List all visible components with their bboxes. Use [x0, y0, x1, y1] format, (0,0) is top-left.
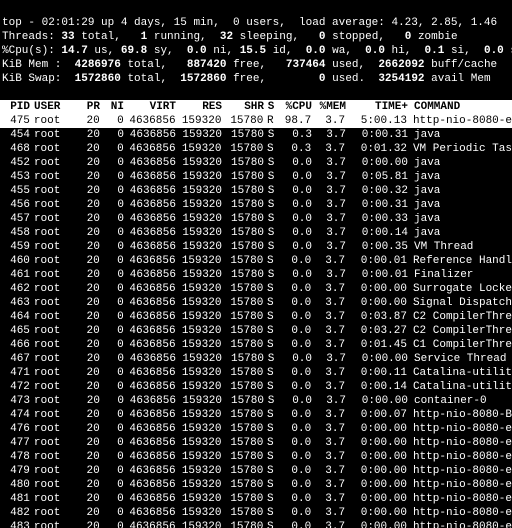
process-row[interactable]: 482root200463685615932015780S0.03.70:00.… [0, 506, 512, 520]
process-row[interactable]: 465root200463685615932015780S0.03.70:03.… [0, 324, 512, 338]
col-s: S [264, 100, 278, 114]
process-row[interactable]: 472root200463685615932015780S0.03.70:00.… [0, 380, 512, 394]
col-time: TIME+ [346, 100, 408, 114]
col-res: RES [176, 100, 222, 114]
process-row[interactable]: 457root200463685615932015780S0.03.70:00.… [0, 212, 512, 226]
process-row[interactable]: 460root200463685615932015780S0.03.70:00.… [0, 254, 512, 268]
col-pid: PID [0, 100, 30, 114]
process-list[interactable]: 475root200463685615932015780R98.73.75:00… [0, 114, 512, 528]
process-row[interactable]: 462root200463685615932015780S0.03.70:00.… [0, 282, 512, 296]
process-row[interactable]: 454root200463685615932015780S0.33.70:00.… [0, 128, 512, 142]
process-row[interactable]: 474root200463685615932015780S0.03.70:00.… [0, 408, 512, 422]
process-row[interactable]: 483root200463685615932015780S0.03.70:00.… [0, 520, 512, 528]
process-row[interactable]: 480root200463685615932015780S0.03.70:00.… [0, 478, 512, 492]
col-user: USER [30, 100, 76, 114]
process-row[interactable]: 478root200463685615932015780S0.03.70:00.… [0, 450, 512, 464]
col-cmd: COMMAND [408, 100, 512, 114]
process-row[interactable]: 452root200463685615932015780S0.03.70:00.… [0, 156, 512, 170]
col-cpu: %CPU [278, 100, 312, 114]
process-row[interactable]: 477root200463685615932015780S0.03.70:00.… [0, 436, 512, 450]
process-row[interactable]: 459root200463685615932015780S0.03.70:00.… [0, 240, 512, 254]
column-headers[interactable]: PID USER PR NI VIRT RES SHR S %CPU %MEM … [0, 100, 512, 114]
process-row[interactable]: 476root200463685615932015780S0.03.70:00.… [0, 422, 512, 436]
process-row[interactable]: 455root200463685615932015780S0.03.70:00.… [0, 184, 512, 198]
process-row[interactable]: 473root200463685615932015780S0.03.70:00.… [0, 394, 512, 408]
top-summary: top - 02:01:29 up 4 days, 15 min, 0 user… [0, 0, 512, 86]
process-row[interactable]: 479root200463685615932015780S0.03.70:00.… [0, 464, 512, 478]
process-row[interactable]: 471root200463685615932015780S0.03.70:00.… [0, 366, 512, 380]
process-row[interactable]: 475root200463685615932015780R98.73.75:00… [0, 114, 512, 128]
col-shr: SHR [222, 100, 264, 114]
process-row[interactable]: 458root200463685615932015780S0.03.70:00.… [0, 226, 512, 240]
process-row[interactable]: 464root200463685615932015780S0.03.70:03.… [0, 310, 512, 324]
col-virt: VIRT [124, 100, 176, 114]
process-row[interactable]: 466root200463685615932015780S0.03.70:01.… [0, 338, 512, 352]
process-row[interactable]: 467root200463685615932015780S0.03.70:00.… [0, 352, 512, 366]
process-row[interactable]: 481root200463685615932015780S0.03.70:00.… [0, 492, 512, 506]
process-row[interactable]: 456root200463685615932015780S0.03.70:00.… [0, 198, 512, 212]
col-mem: %MEM [312, 100, 346, 114]
col-ni: NI [100, 100, 124, 114]
process-row[interactable]: 461root200463685615932015780S0.03.70:00.… [0, 268, 512, 282]
col-pr: PR [76, 100, 100, 114]
process-row[interactable]: 453root200463685615932015780S0.03.70:05.… [0, 170, 512, 184]
process-row[interactable]: 463root200463685615932015780S0.03.70:00.… [0, 296, 512, 310]
process-row[interactable]: 468root200463685615932015780S0.33.70:01.… [0, 142, 512, 156]
